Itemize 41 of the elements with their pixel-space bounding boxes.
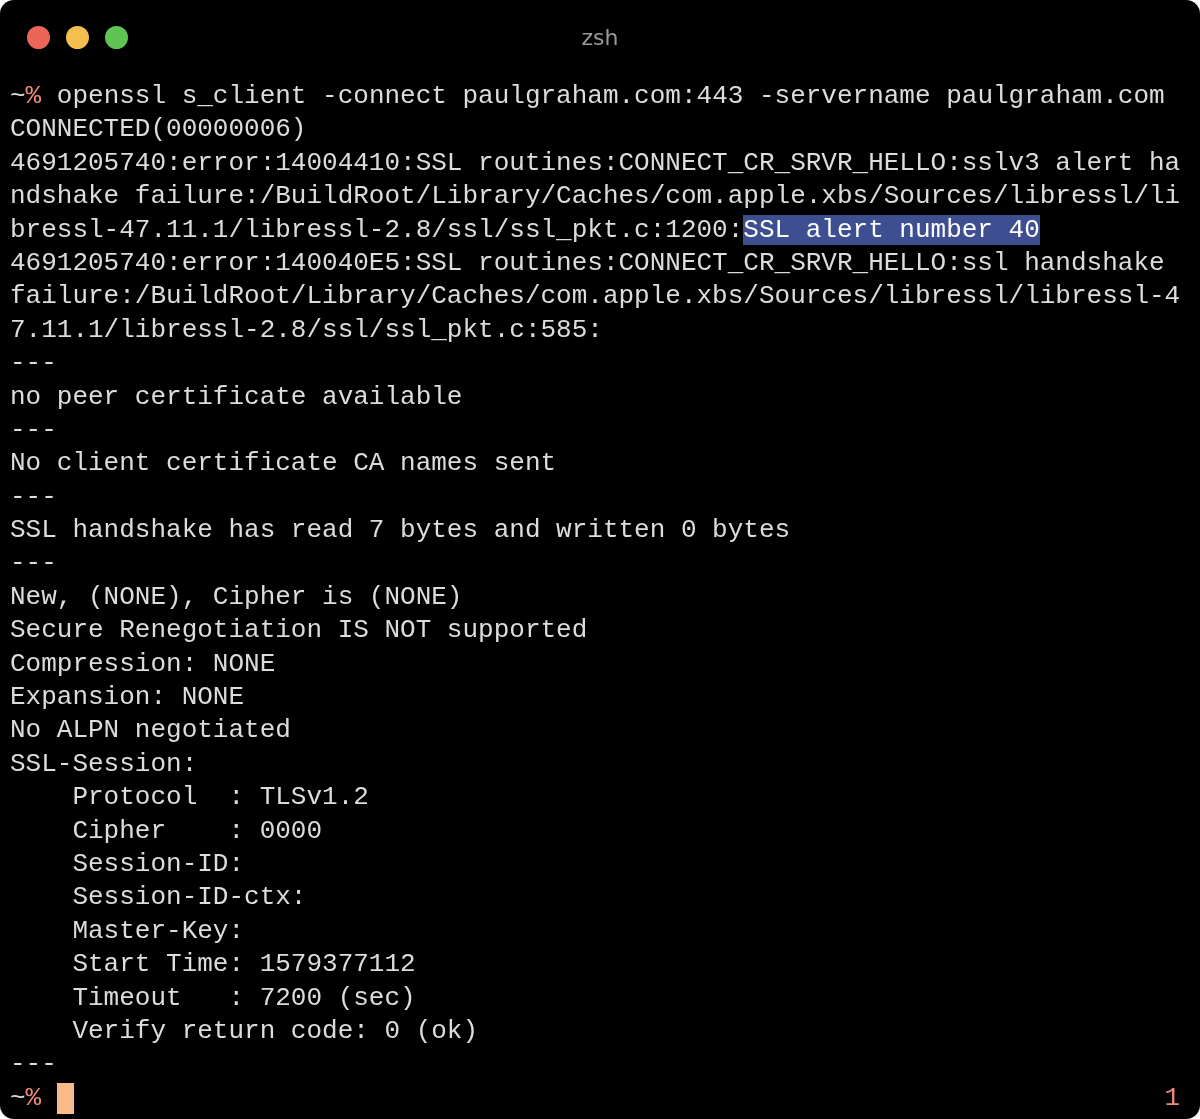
output-text: Session-ID: (71, 849, 245, 879)
close-icon[interactable] (27, 26, 50, 49)
output-text: New, (NONE), Cipher is (NONE) (10, 581, 463, 612)
window-title: zsh (581, 24, 619, 50)
output-text: Expansion: NONE (10, 682, 245, 713)
selected-text: SSL alert number 40 (743, 214, 1040, 245)
output-text: Session-ID-ctx: (71, 882, 307, 913)
text-cursor (56, 1082, 74, 1114)
output-text: Compression: NONE (10, 648, 276, 679)
output-text: ndshake failure:/BuildRoot/Library/Caches/com.apple.xbs/Sources/libressl/li (10, 181, 1181, 212)
command-text: openssl s_client -connect paulgraham.com:443 -servername paulgraham.com (56, 81, 1165, 111)
output-text: --- (10, 1049, 57, 1080)
output-text: failure:/BuildRoot/Library/Caches/com.apple.xbs/Sources/libressl/libressl-4 (10, 281, 1181, 312)
minimize-icon[interactable] (66, 26, 89, 49)
output-text: 4691205740:error:140040E5:SSL routines:CONNECT_CR_SRVR_HELLO:ssl handshake (10, 247, 1165, 278)
zoom-icon[interactable] (105, 26, 128, 49)
output-text: no peer certificate available (10, 381, 463, 412)
output-text: CONNECTED(00000006) (10, 114, 307, 145)
output-text: Cipher : 0000 (71, 815, 323, 846)
output-text: SSL-Session: (10, 748, 198, 779)
prompt-symbol: % (25, 1081, 42, 1115)
prompt-directory: ~ (10, 81, 26, 111)
output-text: 4691205740:error:14004410:SSL routines:CONNECT_CR_SRVR_HELLO:sslv3 alert ha (10, 147, 1181, 178)
output-text: Start Time: 1579377112 (71, 949, 416, 980)
output-text: Secure Renegotiation IS NOT supported (10, 615, 588, 646)
output-text: SSL handshake has read 7 bytes and written 0 bytes (10, 515, 791, 546)
prompt-symbol: % (25, 81, 42, 111)
output-text: --- (10, 414, 57, 445)
output-text: --- (10, 548, 57, 579)
exit-status: 1 (1164, 1081, 1180, 1115)
output-text: --- (10, 481, 57, 512)
prompt-directory: ~ (10, 1081, 26, 1115)
output-text: --- (10, 348, 57, 379)
output-text: No client certificate CA names sent (10, 448, 557, 479)
output-text: 7.11.1/libressl-2.8/ssl/ssl_pkt.c:585: (10, 314, 603, 345)
output-text: Protocol : TLSv1.2 (71, 782, 369, 813)
output-text: bressl-47.11.1/libressl-2.8/ssl/ssl_pkt.c:1200: (10, 214, 744, 245)
output-text: Verify return code: 0 (ok) (71, 1015, 479, 1046)
output-text: Timeout : 7200 (sec) (71, 982, 416, 1013)
output-text: No ALPN negotiated (10, 715, 291, 746)
output-text: Master-Key: (71, 915, 245, 946)
